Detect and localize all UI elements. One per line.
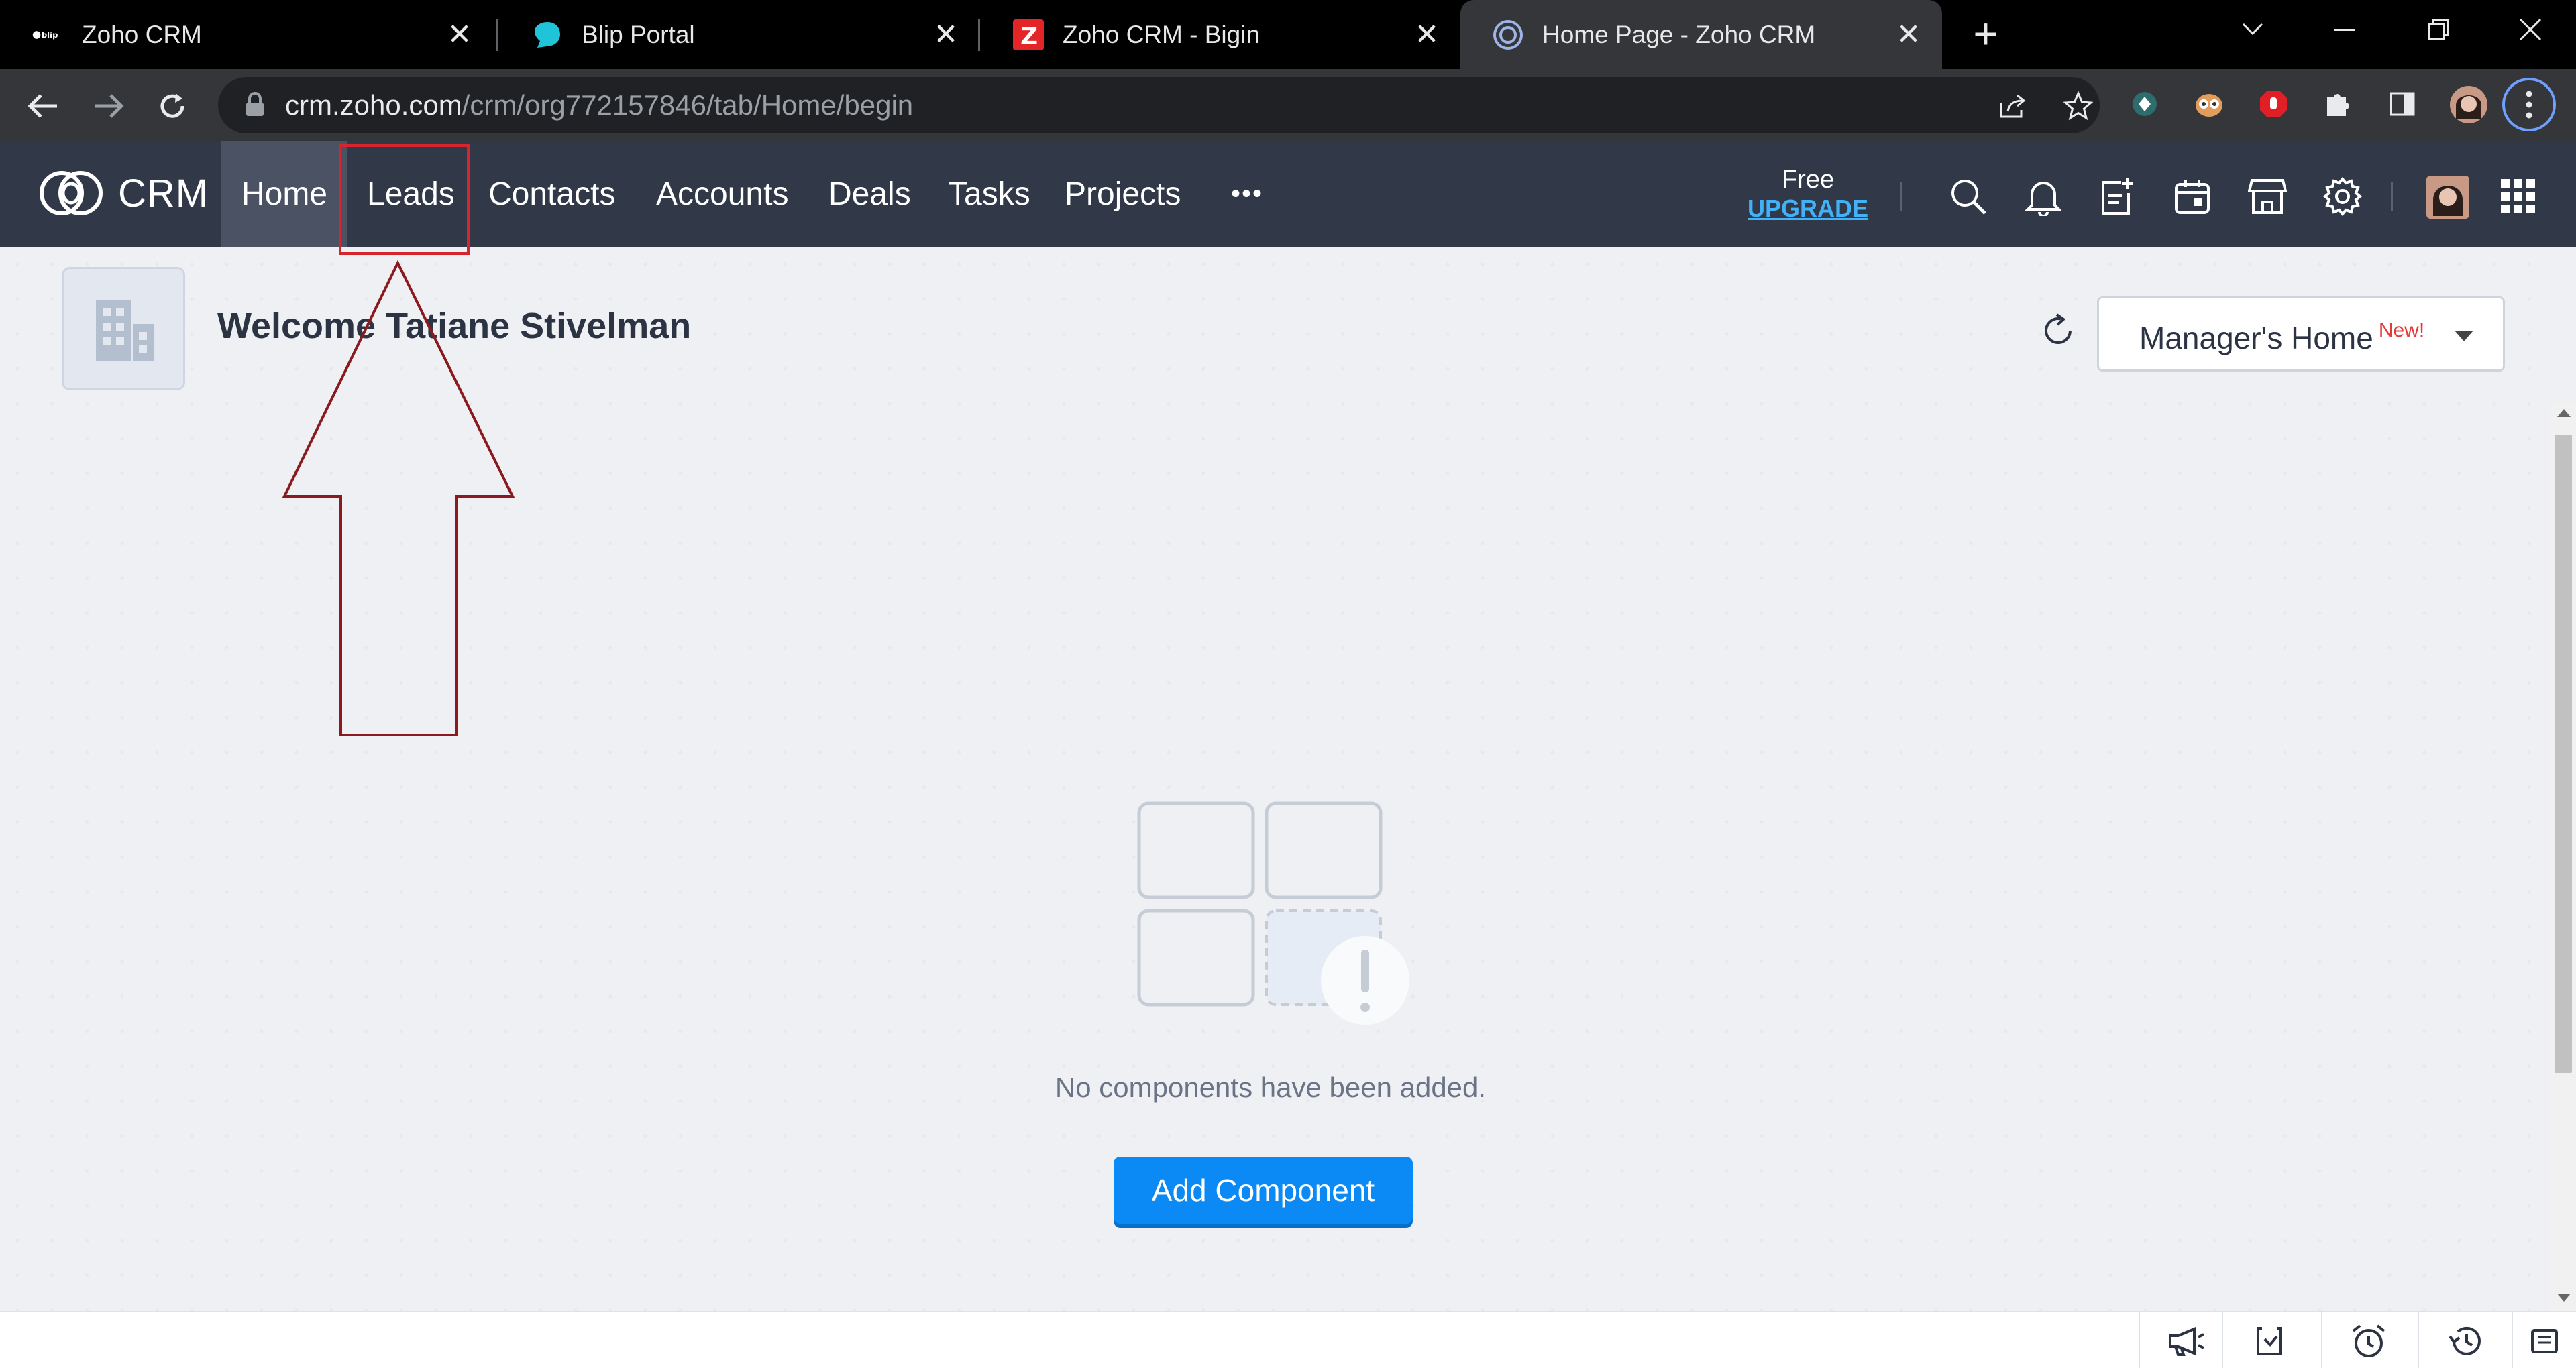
share-icon[interactable]: [1998, 91, 2029, 121]
scroll-up-icon[interactable]: [2557, 409, 2571, 417]
svg-text:Z: Z: [1020, 23, 1038, 50]
reload-icon[interactable]: [152, 85, 193, 127]
extension-stop-hand-icon[interactable]: [2257, 87, 2290, 121]
tab-home-page-zoho-crm[interactable]: Home Page - Zoho CRM ✕: [1460, 0, 1942, 69]
refresh-icon[interactable]: [2038, 310, 2078, 351]
create-record-icon[interactable]: [2096, 175, 2139, 218]
browser-tab-strip: blip Zoho CRM ✕ Blip Portal ✕ Z Zoho CRM…: [0, 0, 2576, 69]
reminder-alarm-icon[interactable]: [2321, 1312, 2415, 1368]
tab-title: Zoho CRM: [82, 20, 202, 48]
nav-tasks[interactable]: Tasks: [928, 141, 1051, 247]
app-grid-icon[interactable]: [2497, 175, 2540, 218]
bottom-toolbar: [0, 1311, 2576, 1368]
search-icon[interactable]: [1947, 175, 1990, 218]
url-text: crm.zoho.com/crm/org772157846/tab/Home/b…: [285, 89, 914, 121]
crm-logo-text: CRM: [118, 171, 209, 215]
close-icon[interactable]: ✕: [926, 15, 966, 55]
bell-notification-icon[interactable]: [2022, 175, 2065, 218]
new-badge: New!: [2378, 319, 2425, 341]
signals-icon[interactable]: [2222, 1312, 2316, 1368]
browser-toolbar: crm.zoho.com/crm/org772157846/tab/Home/b…: [0, 69, 2576, 141]
star-bookmark-icon[interactable]: [2063, 91, 2094, 121]
plan-label: Free: [1781, 166, 1835, 194]
svg-text:blip: blip: [42, 30, 58, 40]
tab-search-chevron-icon[interactable]: [2226, 9, 2279, 50]
org-building-icon: [62, 267, 185, 390]
forward-arrow-icon[interactable]: [87, 85, 129, 127]
scroll-thumb[interactable]: [2555, 435, 2572, 1073]
nav-deals[interactable]: Deals: [808, 141, 931, 247]
notes-icon[interactable]: [2512, 1312, 2576, 1368]
new-tab-button[interactable]: +: [1966, 12, 2006, 55]
blip-portal-icon: [532, 19, 563, 50]
blip-icon: blip: [32, 19, 63, 50]
announcement-megaphone-icon[interactable]: [2139, 1312, 2233, 1368]
side-panel-icon[interactable]: [2385, 87, 2419, 121]
minimize-icon[interactable]: [2318, 9, 2371, 50]
recent-history-icon[interactable]: [2418, 1312, 2512, 1368]
home-view-selector[interactable]: Manager's Home New!: [2097, 296, 2505, 372]
nav-home[interactable]: Home: [221, 141, 348, 247]
tab-zoho-bigin[interactable]: Z Zoho CRM - Bigin ✕: [981, 0, 1460, 69]
highlight-box-leads: [339, 144, 470, 255]
extension-owl-icon[interactable]: [2192, 87, 2226, 121]
profile-avatar[interactable]: [2449, 84, 2489, 125]
calendar-icon[interactable]: [2171, 175, 2214, 218]
upgrade-link[interactable]: UPGRADE: [1748, 194, 1868, 223]
extension-diamond-icon[interactable]: [2128, 87, 2161, 121]
crm-logo-icon: [40, 171, 103, 215]
caret-down-icon: [2455, 331, 2473, 341]
empty-components-illustration: [1134, 798, 1409, 1029]
nav-more-icon[interactable]: •••: [1211, 141, 1283, 247]
address-bar[interactable]: crm.zoho.com/crm/org772157846/tab/Home/b…: [218, 77, 2100, 133]
zoho-z-icon: Z: [1013, 19, 1044, 50]
crm-logo[interactable]: CRM: [39, 170, 209, 217]
close-icon[interactable]: ✕: [1888, 15, 1929, 55]
nav-projects[interactable]: Projects: [1044, 141, 1201, 247]
user-avatar[interactable]: [2426, 175, 2470, 219]
restore-icon[interactable]: [2412, 9, 2465, 50]
tab-zoho-crm[interactable]: blip Zoho CRM ✕: [0, 0, 493, 69]
close-icon[interactable]: ✕: [439, 15, 480, 55]
header-divider: [2391, 182, 2393, 211]
extensions-puzzle-icon[interactable]: [2321, 87, 2355, 121]
browser-menu-icon[interactable]: [2502, 78, 2556, 131]
add-component-button[interactable]: Add Component: [1114, 1157, 1413, 1224]
lock-icon: [245, 92, 265, 121]
vertical-scrollbar[interactable]: [2549, 402, 2576, 1311]
marketplace-store-icon[interactable]: [2246, 175, 2289, 218]
settings-gear-icon[interactable]: [2321, 175, 2364, 218]
close-window-icon[interactable]: [2504, 9, 2557, 50]
nav-accounts[interactable]: Accounts: [636, 141, 808, 247]
scroll-down-icon[interactable]: [2557, 1294, 2571, 1302]
tab-title: Home Page - Zoho CRM: [1542, 20, 1816, 48]
tab-title: Blip Portal: [582, 20, 695, 48]
tab-divider: [978, 19, 980, 51]
tab-blip-portal[interactable]: Blip Portal ✕: [500, 0, 979, 69]
zoho-crm-icon: [1493, 19, 1523, 50]
header-divider: [1900, 182, 1902, 211]
plan-info: Free UPGRADE: [1748, 166, 1868, 223]
home-view-label: Manager's Home New!: [2139, 319, 2425, 355]
up-arrow-annotation: [282, 260, 515, 736]
nav-contacts[interactable]: Contacts: [468, 141, 635, 247]
tab-title: Zoho CRM - Bigin: [1063, 20, 1260, 48]
back-arrow-icon[interactable]: [23, 85, 64, 127]
tab-divider: [496, 19, 498, 51]
empty-state-message: No components have been added.: [1055, 1072, 1487, 1103]
close-icon[interactable]: ✕: [1407, 15, 1447, 55]
